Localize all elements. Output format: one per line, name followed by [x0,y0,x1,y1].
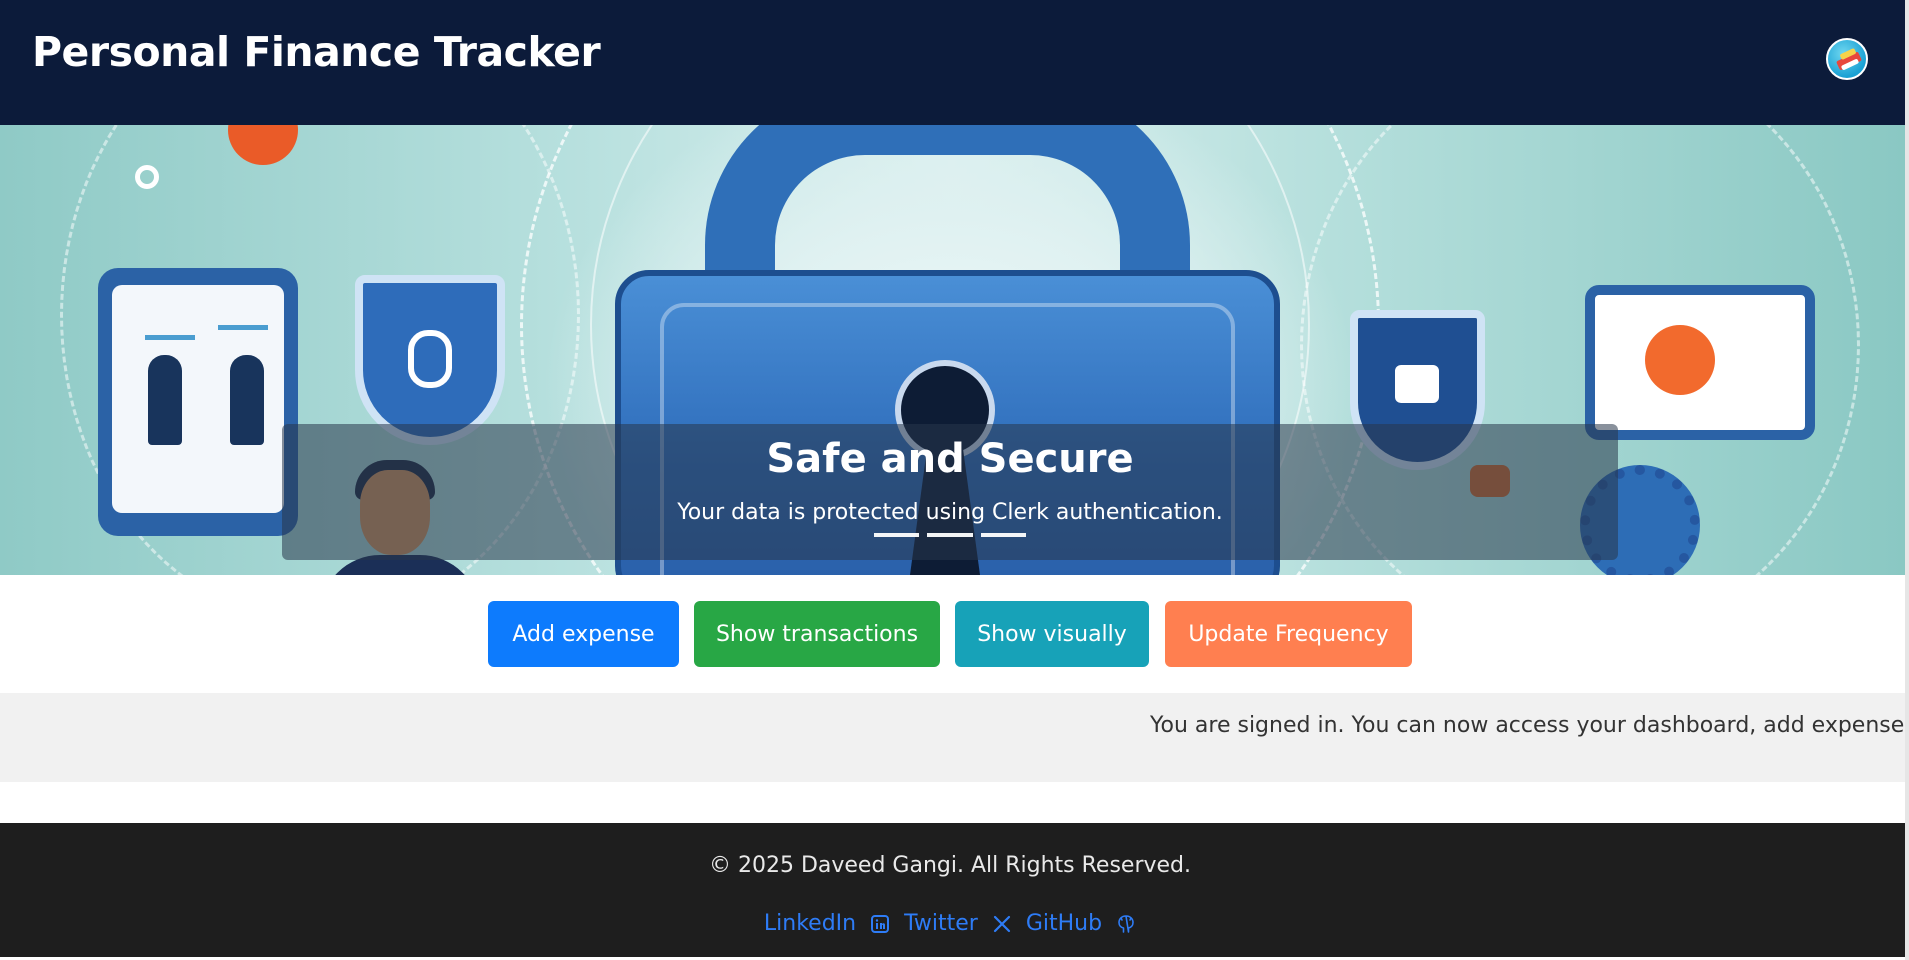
x-icon[interactable] [992,914,1012,934]
add-expense-button[interactable]: Add expense [488,601,679,667]
carousel-caption-text: Your data is protected using Clerk authe… [677,500,1223,525]
signed-in-message: You are signed in. You can now access yo… [1150,713,1905,738]
signed-in-marquee: You are signed in. You can now access yo… [0,693,1905,782]
github-link[interactable]: GitHub [1026,911,1102,936]
page: Personal Finance Tracker Safe and Secure… [0,0,1905,957]
social-links: LinkedIn Twitter GitHub [0,911,1900,936]
carousel-indicator[interactable] [874,533,920,537]
copyright-text: © 2025 Daveed Gangi. All Rights Reserved… [708,853,1192,878]
twitter-link[interactable]: Twitter [904,911,978,936]
window-edge [1905,0,1909,960]
user-avatar[interactable] [1826,38,1868,80]
carousel-indicator-active[interactable] [927,533,973,537]
carousel-indicators [874,533,1026,537]
carousel-caption-title: Safe and Secure [766,436,1134,482]
footer: © 2025 Daveed Gangi. All Rights Reserved… [0,823,1905,957]
show-transactions-button[interactable]: Show transactions [694,601,940,667]
carousel-indicator[interactable] [980,533,1026,537]
carousel-caption: Safe and Secure Your data is protected u… [282,424,1618,560]
hero-carousel[interactable]: Safe and Secure Your data is protected u… [0,125,1905,575]
brand-title[interactable]: Personal Finance Tracker [32,28,601,76]
top-navbar: Personal Finance Tracker [0,0,1905,125]
show-visually-button[interactable]: Show visually [955,601,1149,667]
linkedin-link[interactable]: LinkedIn [764,911,856,936]
linkedin-icon[interactable] [870,914,890,934]
update-frequency-button[interactable]: Update Frequency [1165,601,1412,667]
github-icon[interactable] [1116,914,1136,934]
